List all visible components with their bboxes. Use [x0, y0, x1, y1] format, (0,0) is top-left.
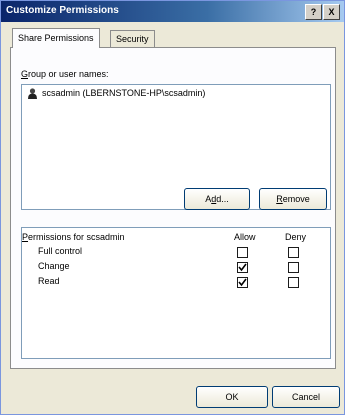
- permissions-table: Permissions for scsadmin Allow Deny Full…: [21, 227, 331, 359]
- full-control-deny-checkbox[interactable]: [288, 247, 299, 258]
- user-icon: [27, 88, 38, 100]
- perm-row-change: Change: [38, 261, 70, 271]
- remove-button[interactable]: Remove: [259, 188, 327, 210]
- list-item[interactable]: scsadmin (LBERNSTONE-HP\scsadmin): [27, 88, 206, 100]
- tab-security[interactable]: Security: [110, 30, 155, 47]
- perm-row-full-control: Full control: [38, 246, 83, 256]
- customize-permissions-dialog: Customize Permissions ? X Share Permissi…: [0, 0, 345, 415]
- title-bar[interactable]: Customize Permissions ? X: [1, 1, 344, 22]
- change-allow-checkbox[interactable]: [237, 262, 248, 273]
- change-deny-checkbox[interactable]: [288, 262, 299, 273]
- permissions-header: Permissions for scsadmin: [22, 232, 125, 242]
- tab-share-permissions[interactable]: Share Permissions: [12, 28, 100, 48]
- user-name: scsadmin (LBERNSTONE-HP\scsadmin): [42, 88, 206, 98]
- cancel-button[interactable]: Cancel: [272, 386, 340, 408]
- checkmark-icon: [238, 278, 247, 287]
- allow-column-header: Allow: [234, 232, 256, 242]
- help-button[interactable]: ?: [305, 4, 322, 20]
- checkmark-icon: [238, 263, 247, 272]
- read-allow-checkbox[interactable]: [237, 277, 248, 288]
- close-button[interactable]: X: [323, 4, 340, 20]
- group-or-user-names-label: Group or user names:: [21, 69, 109, 79]
- add-button[interactable]: Add...: [184, 188, 250, 210]
- ok-button[interactable]: OK: [196, 386, 268, 408]
- deny-column-header: Deny: [285, 232, 307, 242]
- read-deny-checkbox[interactable]: [288, 277, 299, 288]
- full-control-allow-checkbox[interactable]: [237, 247, 248, 258]
- window-title: Customize Permissions: [6, 5, 119, 16]
- perm-row-read: Read: [38, 276, 60, 286]
